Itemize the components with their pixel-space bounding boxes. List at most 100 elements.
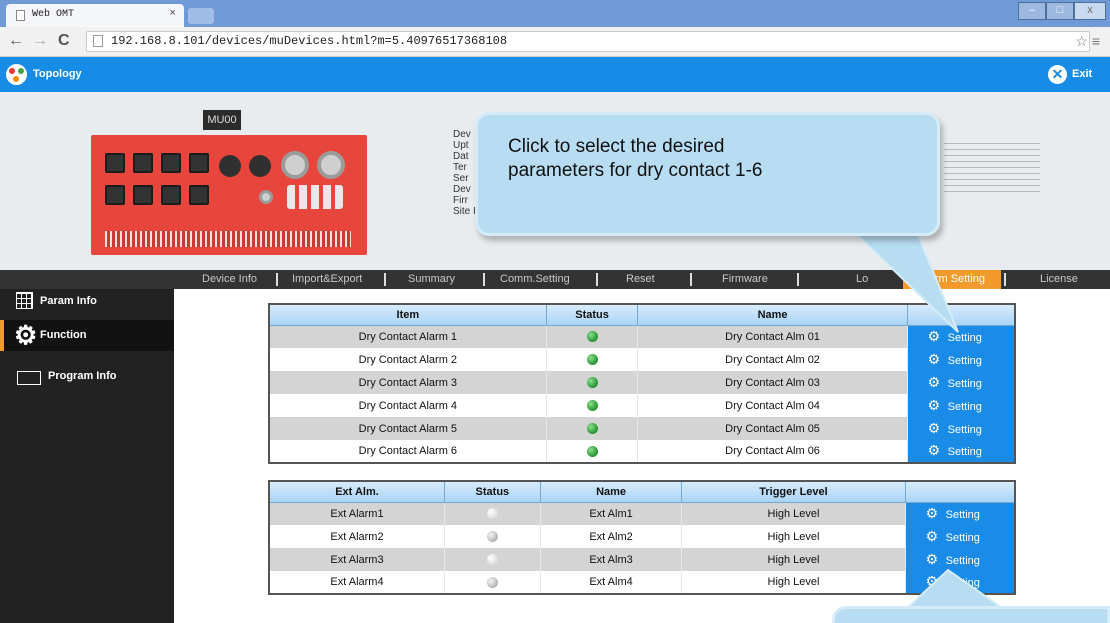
tab-license[interactable]: License [1040, 273, 1078, 285]
tab-import-export[interactable]: Import&Export [292, 273, 362, 285]
topology-icon[interactable] [6, 64, 27, 85]
new-tab-button[interactable] [188, 8, 214, 24]
star-icon[interactable]: ☆ ≡ [1075, 33, 1100, 50]
gear-icon: ⚙ [927, 373, 941, 390]
browser-tab-bar: Web OMT × – □ x [0, 0, 1110, 27]
status-led [486, 508, 498, 520]
address-bar: ← → C 192.168.8.101/devices/muDevices.ht… [0, 27, 1110, 57]
table-row: Dry Contact Alarm 1 Dry Contact Alm 01 ⚙… [268, 325, 1015, 348]
sidebar: Param Info ⚙ Function Program Info [0, 289, 174, 623]
reload-icon[interactable]: C [58, 32, 70, 50]
table-row: Dry Contact Alarm 5 Dry Contact Alm 05 ⚙… [268, 417, 1015, 440]
setting-button[interactable]: ⚙ Setting [906, 394, 1015, 417]
gear-icon: ⚙ [927, 442, 941, 458]
sidebar-item-function[interactable]: ⚙ Function [0, 320, 174, 351]
sidebar-item-label: Function [40, 329, 87, 341]
gear-icon: ⚙ [927, 419, 941, 436]
tab-firmware[interactable]: Firmware [722, 273, 768, 285]
page-icon [16, 10, 25, 21]
gear-icon: ⚙ [927, 350, 941, 367]
sidebar-item-program-info[interactable]: Program Info [0, 361, 174, 392]
status-led [486, 576, 498, 588]
sidebar-item-param-info[interactable]: Param Info [0, 285, 174, 316]
table-row: Ext Alarm2 Ext Alm2 High Level ⚙ Setting [268, 525, 1015, 548]
browser-tab[interactable]: Web OMT × [6, 4, 184, 27]
ext-alarm-item: Ext Alarm2 [268, 525, 445, 548]
alarm-item: Dry Contact Alarm 3 [268, 371, 547, 394]
callout-text-line: parameters for dry contact 1-6 [508, 160, 763, 181]
trigger-level: High Level [681, 525, 906, 548]
window-close-button[interactable]: x [1074, 2, 1106, 20]
table-row: Dry Contact Alarm 4 Dry Contact Alm 04 ⚙… [268, 394, 1015, 417]
ext-alarm-name: Ext Alm4 [539, 571, 682, 594]
tab-reset[interactable]: Reset [626, 273, 655, 285]
alarm-item: Dry Contact Alarm 5 [268, 417, 547, 440]
setting-button[interactable]: ⚙ Setting [904, 548, 1015, 571]
setting-button[interactable]: ⚙ Setting [906, 348, 1015, 371]
trigger-level: High Level [681, 502, 906, 525]
table-row: Ext Alarm4 Ext Alm4 High Level ⚙ Setting [268, 571, 1015, 594]
status-dot-grid [944, 140, 1040, 192]
setting-button[interactable]: ⚙ Setting [906, 371, 1015, 394]
setting-button[interactable]: ⚙ Setting [906, 440, 1015, 463]
ext-alarm-item: Ext Alarm4 [268, 571, 445, 594]
alarm-item: Dry Contact Alarm 2 [268, 348, 547, 371]
device-tag: MU00 [203, 110, 241, 130]
grid-icon [16, 292, 33, 309]
setting-button[interactable]: ⚙ Setting [904, 502, 1015, 525]
url-field[interactable]: 192.168.8.101/devices/muDevices.html?m=5… [86, 31, 1090, 52]
gear-icon: ⚙ [925, 550, 939, 567]
gear-icon: ⚙ [14, 320, 38, 350]
trigger-level: High Level [681, 571, 906, 594]
alarm-name: Dry Contact Alm 04 [637, 394, 908, 417]
setting-button[interactable]: ⚙ Setting [906, 417, 1015, 440]
alarm-name: Dry Contact Alm 01 [637, 325, 908, 348]
column-header-item: Item [268, 303, 547, 326]
exit-icon[interactable]: ✕ [1048, 65, 1067, 84]
screen-icon [17, 371, 41, 385]
gear-icon: ⚙ [925, 527, 939, 544]
tooltip-callout: Click to select the desired parameters f… [475, 112, 940, 236]
gear-icon: ⚙ [925, 573, 939, 589]
exit-link[interactable]: Exit [1072, 68, 1092, 80]
forward-arrow-icon[interactable]: → [32, 32, 48, 50]
tab-close-icon[interactable]: × [169, 8, 176, 20]
setting-button[interactable]: ⚙ Setting [906, 325, 1015, 348]
setting-button[interactable]: ⚙ Setting [904, 571, 1015, 594]
back-arrow-icon[interactable]: ← [8, 32, 24, 50]
alarm-item: Dry Contact Alarm 1 [268, 325, 547, 348]
gear-icon: ⚙ [925, 504, 939, 521]
browser-tab-title: Web OMT [32, 9, 75, 20]
tooltip-callout-partial [832, 606, 1110, 623]
status-led [586, 400, 598, 412]
tab-comm-setting[interactable]: Comm.Setting [500, 273, 570, 285]
status-led [586, 354, 598, 366]
tab-device-info[interactable]: Device Info [202, 273, 257, 285]
app-header: Topology ✕ Exit [0, 57, 1110, 92]
gear-icon: ⚙ [927, 396, 941, 413]
topology-link[interactable]: Topology [33, 68, 82, 80]
alarm-name: Dry Contact Alm 05 [637, 417, 908, 440]
alarm-name: Dry Contact Alm 06 [637, 440, 908, 463]
setting-button[interactable]: ⚙ Setting [904, 525, 1015, 548]
sidebar-item-label: Param Info [40, 295, 97, 307]
alarm-item: Dry Contact Alarm 6 [268, 440, 547, 463]
table-row: Dry Contact Alarm 3 Dry Contact Alm 03 ⚙… [268, 371, 1015, 394]
minimize-button[interactable]: – [1018, 2, 1046, 20]
column-header-name: Name [539, 480, 683, 503]
tab-alarm-setting[interactable]: Alarm Setting [903, 270, 1001, 289]
tab-summary[interactable]: Summary [408, 273, 455, 285]
maximize-button[interactable]: □ [1046, 2, 1074, 20]
ext-alarm-item: Ext Alarm3 [268, 548, 445, 571]
status-led [586, 445, 598, 457]
table-row: Dry Contact Alarm 2 Dry Contact Alm 02 ⚙… [268, 348, 1015, 371]
status-led [586, 377, 598, 389]
ext-alarm-name: Ext Alm1 [539, 502, 682, 525]
table-row: Ext Alarm3 Ext Alm3 High Level ⚙ Setting [268, 548, 1015, 571]
column-header-setting [906, 303, 1016, 326]
tab-log[interactable]: Lo [856, 273, 868, 285]
status-led [586, 331, 598, 343]
table-row: Dry Contact Alarm 6 Dry Contact Alm 06 ⚙… [268, 440, 1015, 463]
device-image [91, 135, 367, 255]
ext-alarm-name: Ext Alm2 [539, 525, 682, 548]
